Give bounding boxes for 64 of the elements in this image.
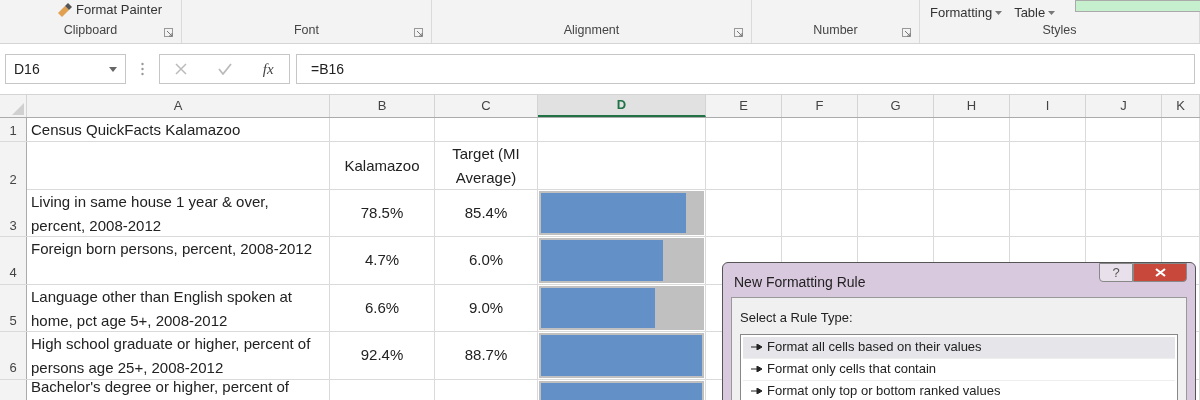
- table-cell-text: High school graduate or higher, percent of persons age 25+, 2008-2012: [31, 334, 312, 378]
- ribbon-group-label: Alignment: [563, 22, 620, 40]
- table-cell-text: Census QuickFacts Kalamazoo: [31, 119, 241, 140]
- column-header[interactable]: H: [934, 95, 1010, 117]
- ribbon-group-label: Number: [813, 22, 858, 40]
- ribbon-group-label: Font: [294, 22, 319, 40]
- column-header[interactable]: K: [1162, 95, 1200, 117]
- arrow-icon: [751, 388, 762, 394]
- caret-icon: [995, 10, 1003, 15]
- dialog-launcher-icon[interactable]: [734, 28, 743, 37]
- help-button[interactable]: ?: [1099, 263, 1133, 282]
- select-all-icon: [12, 103, 24, 115]
- table-cell-text: Kalamazoo: [344, 156, 420, 176]
- checkmark-icon[interactable]: [218, 63, 233, 75]
- row-header[interactable]: 1: [0, 118, 27, 141]
- row-header[interactable]: 6: [0, 332, 27, 379]
- table-cell-text: Language other than English spoken at home, pct age 5+, 2008-2012: [31, 286, 294, 331]
- table-cell-text: 88.7%: [464, 345, 508, 366]
- arrow-icon: [751, 344, 762, 350]
- row-header[interactable]: 4: [0, 237, 27, 284]
- column-header[interactable]: A: [27, 95, 330, 117]
- caret-icon: [109, 66, 117, 72]
- style-dropdown-button[interactable]: Formatting: [930, 3, 1003, 23]
- close-button[interactable]: [1133, 263, 1187, 282]
- column-header[interactable]: I: [1010, 95, 1086, 117]
- insert-function-button[interactable]: fx: [262, 57, 274, 81]
- table-cell-text: 92.4%: [360, 345, 404, 366]
- dialog-title: New Formatting Rule: [734, 272, 866, 292]
- name-box[interactable]: D16: [5, 54, 126, 84]
- row-header[interactable]: 3: [0, 189, 27, 236]
- row-header[interactable]: 2: [0, 142, 27, 190]
- column-header[interactable]: F: [782, 95, 858, 117]
- table-cell-text: 4.7%: [364, 250, 400, 271]
- table-cell-text: Target (MI Average): [451, 144, 521, 188]
- table-cell-text: 9.0%: [468, 297, 504, 318]
- table-cell-text: 85.4%: [464, 202, 508, 223]
- dialog-launcher-icon[interactable]: [414, 28, 423, 37]
- rule-type-item[interactable]: Format all cells based on their values: [743, 336, 1175, 359]
- column-header[interactable]: D: [538, 95, 706, 117]
- table-cell: Bachelor's degree or higher, percent of: [31, 379, 290, 394]
- section-label: Select a Rule Type:: [740, 309, 854, 327]
- style-dropdown-button[interactable]: Table: [1014, 3, 1056, 23]
- row-header[interactable]: 5: [0, 284, 27, 331]
- column-header[interactable]: G: [858, 95, 934, 117]
- arrow-icon: [751, 366, 762, 372]
- close-icon: [1154, 268, 1166, 277]
- table-cell-text: 6.6%: [364, 297, 400, 318]
- table-cell-text: 78.5%: [360, 202, 404, 223]
- column-header[interactable]: J: [1086, 95, 1162, 117]
- format-painter-button[interactable]: Format Painter: [56, 0, 162, 20]
- ribbon-group-label: Styles: [1042, 22, 1077, 40]
- ribbon-group-label: Clipboard: [63, 22, 118, 40]
- paintbrush-icon: [56, 2, 72, 17]
- formula-field[interactable]: =B16: [296, 54, 1195, 84]
- column-header[interactable]: B: [330, 95, 435, 117]
- cell-style-swatch[interactable]: [1075, 0, 1200, 12]
- dialog-launcher-icon[interactable]: [164, 28, 173, 37]
- table-cell-text: Foreign born persons, percent, 2008-2012: [31, 239, 312, 259]
- column-header[interactable]: E: [706, 95, 782, 117]
- dialog-launcher-icon[interactable]: [902, 28, 911, 37]
- caret-icon: [1048, 10, 1056, 15]
- grip-icon: [141, 62, 144, 76]
- table-cell-text: Living in same house 1 year & over, percent, 2008-2012: [31, 191, 270, 236]
- table-cell-text: 6.0%: [468, 250, 504, 271]
